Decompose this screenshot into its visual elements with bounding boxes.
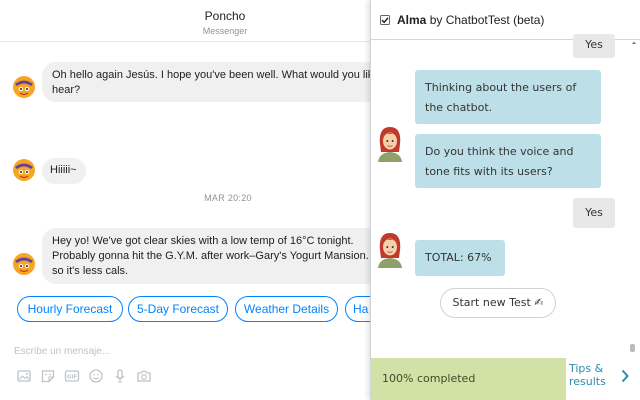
emoji-icon[interactable] [88,368,104,384]
chevron-right-icon[interactable] [621,369,629,383]
microphone-icon[interactable] [112,368,128,384]
poncho-avatar-icon [13,253,35,275]
message-bubble-2: Hiiiii~ [42,158,86,184]
bot-name: Alma [397,13,427,27]
message-input[interactable] [14,346,314,357]
alma-avatar-icon [378,233,402,268]
progress-bar: 100% completed [371,358,566,400]
bot-message-line: tone fits with its users? [425,165,553,178]
bot-message-line: Thinking about the users of [425,81,577,94]
gif-icon[interactable]: GIF [64,368,80,384]
start-new-test-button[interactable]: Start new Test ✍ [440,288,556,318]
message-line: Hiiiii~ [50,164,77,176]
bot-message-bubble: Do you think the voice and tone fits wit… [415,134,601,188]
tips-link-line: Tips & [569,362,604,375]
camera-icon[interactable] [136,368,152,384]
bot-message-line: the chatbot. [425,101,493,114]
bot-message-bubble: Thinking about the users of the chatbot. [415,70,601,124]
chatbot-test-panel: Alma by ChatbotTest (beta) Yes Thinking … [370,0,640,400]
total-score-bubble: TOTAL: 67% [415,240,505,276]
checkbox-checked-icon[interactable] [380,15,390,25]
tips-link-line: results [569,375,606,388]
bot-message-line: Do you think the voice and [425,145,574,158]
progress-label: 100% completed [382,372,476,385]
tips-results-link[interactable]: Tips & results [569,362,621,388]
quick-reply-hourly-forecast[interactable]: Hourly Forecast [17,296,123,322]
alma-avatar-icon [378,127,402,162]
scrollbar-thumb[interactable] [630,344,635,352]
user-reply-bubble: Yes [573,198,615,228]
poncho-avatar-icon [13,76,35,98]
poncho-avatar-icon [13,159,35,181]
bot-by-text: by ChatbotTest (beta) [429,13,545,27]
quick-reply-5-day-forecast[interactable]: 5-Day Forecast [128,296,228,322]
image-icon[interactable] [16,368,32,384]
svg-text:GIF: GIF [67,375,78,381]
scrollbar[interactable] [631,40,637,358]
sticker-icon[interactable] [40,368,56,384]
quick-reply-weather-details[interactable]: Weather Details [235,296,338,322]
user-reply-bubble: Yes [573,34,615,58]
panel-title: Alma by ChatbotTest (beta) [397,13,544,27]
